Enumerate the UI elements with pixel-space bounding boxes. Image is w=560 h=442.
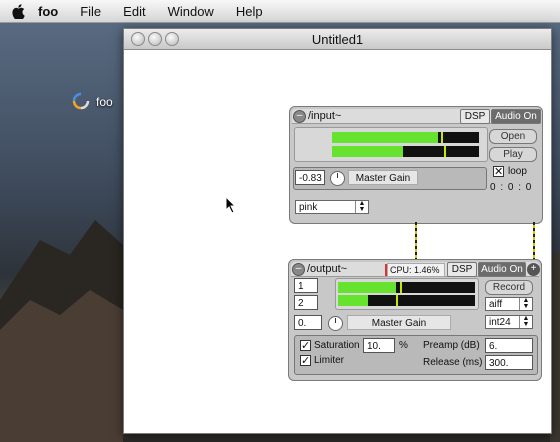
meter-peak: [399, 282, 402, 293]
meter-peak: [395, 295, 398, 306]
meter-fill: [332, 132, 438, 143]
limiter-checkbox[interactable]: ✓: [300, 355, 311, 367]
output-master-gain-slider[interactable]: Master Gain: [347, 315, 451, 330]
input-panel-header: – /input~ DSP Audio On: [292, 109, 541, 124]
window-title: Untitled1: [311, 32, 364, 47]
saturation-number[interactable]: 10.: [363, 338, 395, 353]
saturation-checkbox[interactable]: ✓: [300, 340, 311, 352]
input-gain-knob[interactable]: [330, 171, 345, 186]
menu-window[interactable]: Window: [168, 4, 214, 19]
apple-logo-icon[interactable]: [12, 3, 26, 19]
output-gain-number[interactable]: 0.: [294, 315, 322, 330]
input-gain-number[interactable]: -0.83: [295, 170, 325, 185]
file-format-value: aiff: [489, 299, 503, 310]
input-meter-box: [294, 127, 488, 162]
input-meter-left: [332, 132, 479, 143]
loop-checkbox[interactable]: ✕: [493, 166, 504, 178]
channel-1-number[interactable]: 1: [294, 278, 318, 293]
chevron-updown-icon: ▲ ▼: [519, 315, 532, 328]
input-panel: – /input~ DSP Audio On Open Play ✕ loop …: [289, 106, 543, 224]
input-meter-right: [332, 146, 479, 157]
menu-help[interactable]: Help: [236, 4, 263, 19]
output-meter-left: [338, 282, 475, 293]
output-audio-on-button[interactable]: Audio On: [478, 262, 526, 277]
file-format-dropdown[interactable]: aiff ▲ ▼: [485, 297, 533, 311]
meter-fill: [338, 295, 369, 306]
release-number[interactable]: 300.: [485, 355, 533, 370]
menu-edit[interactable]: Edit: [123, 4, 145, 19]
input-panel-name: /input~: [308, 110, 342, 122]
release-label: Release (ms): [423, 357, 483, 368]
play-button[interactable]: Play: [489, 147, 537, 162]
menu-app-name[interactable]: foo: [38, 4, 58, 19]
meter-peak: [443, 146, 446, 157]
collapse-icon[interactable]: –: [292, 263, 305, 276]
bit-depth-dropdown[interactable]: int24 ▲ ▼: [485, 315, 533, 329]
chevron-updown-icon: ▲ ▼: [355, 200, 368, 213]
limiter-label: Limiter: [314, 355, 345, 366]
input-dsp-button[interactable]: DSP: [460, 109, 490, 124]
add-icon[interactable]: +: [527, 263, 540, 276]
patch-cord[interactable]: [533, 222, 535, 260]
loop-label: loop: [508, 166, 527, 177]
time-display: 0 : 0 : 0: [490, 182, 533, 193]
cpu-readout: CPU: 1.46%: [385, 263, 445, 277]
mouse-cursor-icon: [225, 196, 237, 214]
meter-fill: [338, 282, 396, 293]
window-titlebar[interactable]: Untitled1: [124, 29, 551, 50]
output-gain-knob[interactable]: [328, 316, 343, 331]
preamp-label: Preamp (dB): [423, 340, 480, 351]
bit-depth-value: int24: [489, 317, 511, 328]
output-meter-right: [338, 295, 475, 306]
meter-peak: [440, 132, 443, 143]
collapse-icon[interactable]: –: [293, 110, 306, 123]
input-audio-on-button[interactable]: Audio On: [491, 109, 541, 124]
record-button[interactable]: Record: [485, 280, 533, 295]
saturation-label: Saturation: [314, 340, 360, 351]
output-meter-box: [335, 278, 479, 310]
menu-bar: foo File Edit Window Help: [0, 0, 560, 23]
patch-cord[interactable]: [415, 222, 417, 260]
input-master-gain-slider[interactable]: Master Gain: [348, 170, 418, 185]
output-panel-name: /output~: [307, 263, 348, 275]
preamp-number[interactable]: 6.: [485, 338, 533, 353]
percent-label: %: [399, 340, 408, 351]
menu-file[interactable]: File: [80, 4, 101, 19]
output-panel-header: – /output~ CPU: 1.46% DSP Audio On +: [291, 262, 540, 277]
meter-fill: [332, 146, 403, 157]
noise-source-value: pink: [299, 202, 318, 213]
output-panel: – /output~ CPU: 1.46% DSP Audio On + 1 2…: [288, 259, 542, 381]
channel-2-number[interactable]: 2: [294, 295, 318, 310]
app-spinner-icon[interactable]: [72, 92, 90, 110]
open-button[interactable]: Open: [489, 129, 537, 144]
desktop-icon-label[interactable]: foo: [96, 95, 113, 109]
chevron-updown-icon: ▲ ▼: [519, 297, 532, 310]
output-dsp-button[interactable]: DSP: [447, 262, 477, 277]
noise-source-dropdown[interactable]: pink ▲ ▼: [295, 200, 369, 214]
